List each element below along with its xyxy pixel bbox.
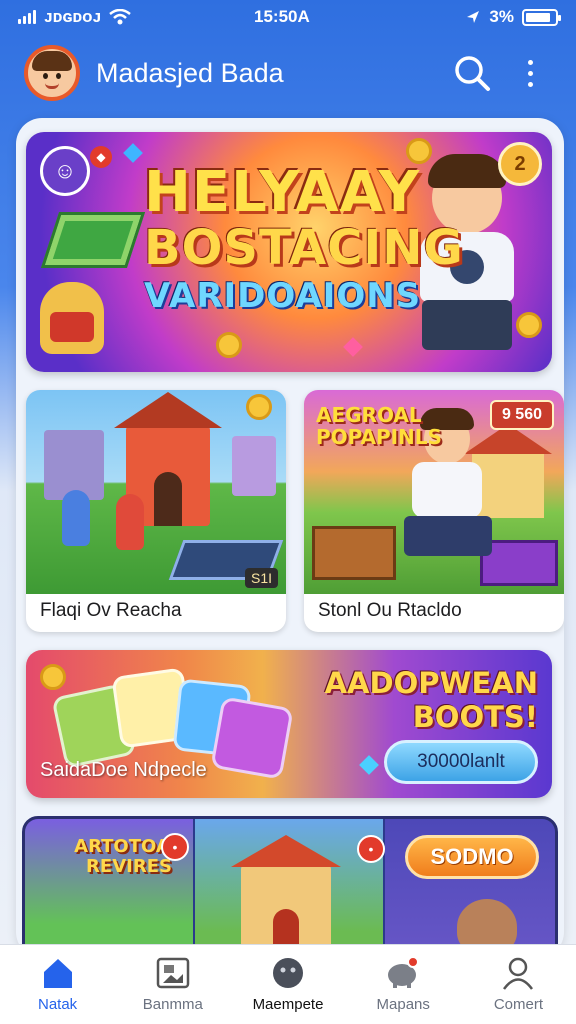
hero-title-line1: HELYAAY [144, 160, 421, 225]
pet-illustration [40, 282, 104, 354]
wifi-icon [109, 9, 131, 25]
nav-item-game[interactable]: Maempete [230, 945, 345, 1024]
promo-headline-line2: BOOTS! [412, 700, 538, 734]
house-illustration [231, 835, 341, 955]
carrier-name: ᴊᴅɢᴅᴏᴊ [44, 7, 102, 26]
bottom-nav: Natak Banmma Maempete Mapans Comert [0, 944, 576, 1024]
promo-headline-line1: AADOPWEAN [324, 666, 538, 700]
promo-cta-button[interactable]: 30000lanlt [384, 740, 538, 784]
price-badge: 9 560 [489, 400, 554, 430]
hero-title-line2: BOSTACING [144, 220, 464, 276]
nav-label: Mapans [376, 996, 430, 1013]
status-left: ᴊᴅɢᴅᴏᴊ [18, 7, 131, 27]
avatar[interactable] [24, 45, 80, 101]
gallery-icon [155, 956, 191, 990]
tile-caption: Flaqi Ov Reacha [40, 600, 182, 621]
game-badge-icon: ☺ [40, 146, 90, 196]
hero-banner[interactable]: HELYAAY BOSTACING VARIDOAIONS ☺ ◆ 2 [26, 132, 552, 372]
notification-badge: • [357, 835, 385, 863]
piggy-icon [385, 956, 421, 990]
village-illustration: S1I [26, 390, 286, 594]
status-bar: ᴊᴅɢᴅᴏᴊ 15:50A 3% [0, 0, 576, 34]
status-right: 3% [465, 7, 561, 27]
search-icon [455, 56, 490, 91]
nav-label: Natak [38, 996, 78, 1013]
strip-action-button[interactable]: SODMO [405, 835, 539, 879]
featured-strip[interactable]: ARTOTOAU REVIRES • • SODMO [22, 816, 558, 958]
promo-headline: AADOPWEAN BOOTS! [325, 666, 538, 734]
page-title: Madasjed Bada [96, 57, 284, 88]
coin-icon [216, 332, 242, 358]
app-header: Madasjed Bada [0, 38, 576, 108]
promo-subtitle: SaidaDoe Ndpecle [40, 759, 207, 781]
game-tile-gift[interactable]: AEGROAL POPAPINLS 9 560 Stonl Ou Rtacldo [304, 390, 564, 632]
notification-badge: ◆ [90, 146, 112, 168]
nav-label: Banmma [142, 996, 203, 1013]
battery-percent: 3% [489, 7, 514, 26]
more-options-button[interactable] [508, 51, 552, 95]
tiles-illustration [40, 664, 294, 780]
promo-banner[interactable]: AADOPWEAN BOOTS! SaidaDoe Ndpecle 30000l… [26, 650, 552, 798]
location-arrow-icon [467, 11, 480, 23]
more-vertical-icon [527, 59, 533, 87]
game-tile-village[interactable]: S1I Flaqi Ov Reacha [26, 390, 286, 632]
gem-icon [123, 143, 143, 163]
nav-item-profile[interactable]: Comert [461, 945, 576, 1024]
nav-item-piggy[interactable]: Mapans [346, 945, 461, 1024]
gem-icon [343, 337, 363, 357]
tile-corner-label: S1I [244, 568, 278, 588]
clock: 15:50A [254, 7, 310, 26]
nav-item-home[interactable]: Natak [0, 945, 115, 1024]
coin-badge: 2 [498, 142, 542, 186]
tile-caption: Stonl Ou Rtacldo [318, 600, 462, 621]
hero-title-line3: VARIDOAIONS [144, 276, 422, 316]
main-content: HELYAAY BOSTACING VARIDOAIONS ☺ ◆ 2 S1I … [16, 118, 564, 958]
notification-badge: • [161, 833, 189, 861]
search-button[interactable] [450, 51, 494, 95]
battery-icon [522, 8, 561, 26]
gift-illustration: AEGROAL POPAPINLS 9 560 [304, 390, 564, 594]
signal-icon [18, 10, 36, 24]
home-icon [40, 956, 76, 990]
game-icon [270, 956, 306, 990]
nav-item-gallery[interactable]: Banmma [115, 945, 230, 1024]
board-illustration [40, 212, 146, 268]
nav-label: Comert [493, 996, 543, 1013]
profile-icon [500, 956, 536, 990]
tile-tag: AEGROAL POPAPINLS [316, 403, 442, 449]
nav-label: Maempete [252, 996, 324, 1013]
